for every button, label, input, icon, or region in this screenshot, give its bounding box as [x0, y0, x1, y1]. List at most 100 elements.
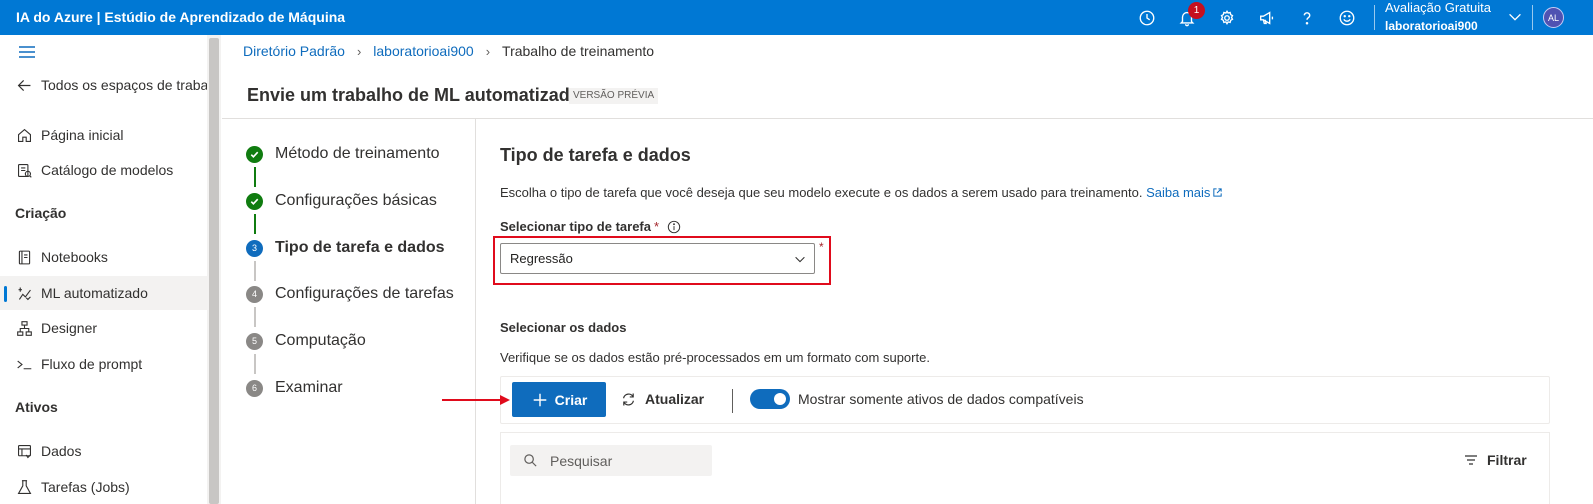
- step-connector: [254, 307, 256, 327]
- automl-icon: [15, 284, 33, 302]
- steps-divider: [475, 118, 476, 504]
- app-title[interactable]: IA do Azure | Estúdio de Aprendizado de …: [16, 9, 345, 25]
- account-plan: Avaliação Gratuita: [1385, 0, 1491, 15]
- required-asterisk: *: [654, 219, 660, 234]
- home-icon: [15, 126, 33, 144]
- notebook-icon: [15, 248, 33, 266]
- step-label: Examinar: [275, 379, 343, 396]
- task-type-dropdown[interactable]: Regressão: [500, 243, 815, 274]
- section-description-text: Escolha o tipo de tarefa que você deseja…: [500, 185, 1143, 200]
- breadcrumb-current: Trabalho de treinamento: [502, 43, 655, 59]
- sidebar-item-home[interactable]: Página inicial: [0, 118, 207, 152]
- breadcrumb-link-directory[interactable]: Diretório Padrão: [243, 43, 345, 59]
- step-label: Configurações básicas: [275, 192, 437, 209]
- step-number: 4: [246, 285, 263, 303]
- sidebar-item-label: Fluxo de prompt: [41, 356, 143, 372]
- data-icon: [15, 442, 33, 460]
- top-bar: IA do Azure | Estúdio de Aprendizado de …: [0, 0, 1593, 35]
- checkmark-icon: [246, 145, 263, 163]
- sidebar-item-label: Catálogo de modelos: [41, 162, 174, 178]
- plus-icon: [533, 393, 546, 406]
- search-icon: [524, 454, 537, 467]
- catalog-icon: [15, 161, 33, 179]
- external-link-icon: [1213, 188, 1223, 197]
- feedback-smiley-icon[interactable]: [1327, 0, 1367, 35]
- sidebar-item-prompt-flow[interactable]: Fluxo de prompt: [0, 347, 207, 381]
- sidebar-item-jobs[interactable]: Tarefas (Jobs): [0, 470, 207, 504]
- sidebar-item-label: Tarefas (Jobs): [41, 479, 130, 495]
- required-asterisk: *: [819, 240, 824, 254]
- step-task-type-data[interactable]: 3 Tipo de tarefa e dados: [246, 237, 445, 259]
- step-training-method[interactable]: Método de treinamento: [246, 143, 440, 165]
- refresh-button[interactable]: Atualizar: [620, 388, 704, 410]
- filter-icon: [1465, 455, 1477, 465]
- sidebar-scrollbar-thumb[interactable]: [209, 38, 219, 504]
- help-icon[interactable]: [1287, 0, 1327, 35]
- compatible-assets-toggle[interactable]: [750, 389, 790, 409]
- megaphone-icon[interactable]: [1247, 0, 1287, 35]
- account-divider: [1532, 5, 1533, 30]
- chevron-down-icon: [795, 256, 805, 263]
- task-type-label: Selecionar tipo de tarefa *: [500, 219, 681, 234]
- learn-more-link[interactable]: Saiba mais: [1146, 185, 1223, 200]
- step-task-settings[interactable]: 4 Configurações de tarefas: [246, 283, 454, 305]
- sidebar-item-data[interactable]: Dados: [0, 434, 207, 468]
- hamburger-menu-icon[interactable]: [17, 43, 37, 61]
- task-type-selected-value: Regressão: [510, 251, 573, 266]
- step-label: Configurações de tarefas: [275, 285, 454, 302]
- create-button-label: Criar: [554, 391, 588, 408]
- step-number: 6: [246, 379, 263, 397]
- refresh-button-label: Atualizar: [645, 391, 705, 407]
- sidebar-item-label: Notebooks: [41, 249, 108, 265]
- sidebar-item-label: Designer: [41, 320, 98, 336]
- step-connector: [254, 261, 256, 281]
- chevron-right-icon: ›: [356, 43, 362, 59]
- sidebar-item-automl[interactable]: ML automatizado: [0, 276, 207, 310]
- step-review[interactable]: 6 Examinar: [246, 377, 343, 399]
- step-number: 3: [246, 239, 263, 257]
- checkmark-icon: [246, 192, 263, 210]
- sidebar-item-model-catalog[interactable]: Catálogo de modelos: [0, 153, 207, 187]
- refresh-icon: [622, 392, 635, 406]
- step-compute[interactable]: 5 Computação: [246, 330, 366, 352]
- data-section-title: Selecionar os dados: [500, 320, 627, 335]
- gear-icon[interactable]: [1207, 0, 1247, 35]
- sidebar-item-label: Dados: [41, 443, 82, 459]
- sidebar-item-label: Página inicial: [41, 127, 124, 143]
- sidebar-item-designer[interactable]: Designer: [0, 311, 207, 345]
- task-type-label-text: Selecionar tipo de tarefa: [500, 219, 651, 234]
- filter-button[interactable]: Filtrar: [1463, 452, 1527, 468]
- page-title: Envie um trabalho de ML automatizado: [247, 85, 581, 105]
- toggle-label: Mostrar somente ativos de dados compatív…: [798, 391, 1084, 407]
- info-icon[interactable]: [667, 220, 681, 234]
- step-label: Método de treinamento: [275, 145, 440, 162]
- designer-icon: [15, 319, 33, 337]
- active-indicator: [4, 286, 7, 302]
- toolbar-divider: [732, 389, 733, 413]
- step-basic-settings[interactable]: Configurações básicas: [246, 190, 437, 212]
- create-button[interactable]: Criar: [512, 382, 606, 417]
- annotation-arrow-icon: [442, 395, 510, 405]
- sidebar-section-creation: Criação: [15, 205, 67, 221]
- step-number: 5: [246, 332, 263, 350]
- sidebar-item-notebooks[interactable]: Notebooks: [0, 240, 207, 274]
- section-title: Tipo de tarefa e dados: [500, 145, 691, 165]
- data-section-description: Verifique se os dados estão pré-processa…: [500, 350, 930, 365]
- prompt-icon: [15, 355, 33, 373]
- search-input[interactable]: [550, 452, 690, 469]
- step-connector: [254, 354, 256, 374]
- toggle-knob: [774, 393, 786, 405]
- history-icon[interactable]: [1127, 0, 1167, 35]
- step-connector: [254, 167, 256, 187]
- sidebar-back-all-workspaces[interactable]: Todos os espaços de trabal: [0, 68, 207, 102]
- search-box[interactable]: [510, 445, 712, 476]
- sidebar-section-assets: Ativos: [15, 399, 58, 415]
- sidebar-item-label: Todos os espaços de trabal: [41, 77, 207, 93]
- step-label: Tipo de tarefa e dados: [275, 239, 445, 256]
- avatar[interactable]: AL: [1543, 7, 1564, 28]
- breadcrumb-link-workspace[interactable]: laboratorioai900: [373, 43, 473, 59]
- step-label: Computação: [275, 332, 366, 349]
- chevron-down-icon[interactable]: [1506, 8, 1524, 26]
- arrow-left-icon: [15, 76, 33, 94]
- notification-badge: 1: [1188, 2, 1205, 19]
